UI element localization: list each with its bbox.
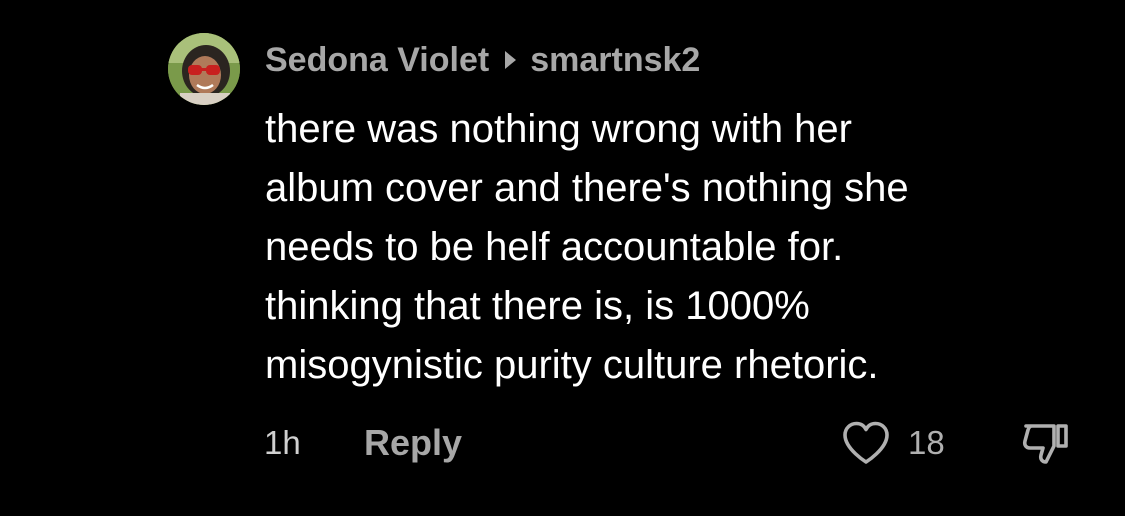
thumbs-down-icon <box>1022 424 1068 464</box>
dislike-button[interactable] <box>1020 418 1072 473</box>
comment-actions: 1h Reply 18 <box>0 418 1125 468</box>
comment-timestamp: 1h <box>264 424 301 461</box>
triangle-right-icon <box>505 51 517 69</box>
like-count: 18 <box>908 424 945 461</box>
comment-header: Sedona Violet smartnsk2 <box>265 38 700 82</box>
heart-outline-icon <box>843 421 889 464</box>
reply-to-username[interactable]: smartnsk2 <box>530 41 700 80</box>
comment-item: Sedona Violet smartnsk2 there was nothin… <box>0 0 1125 516</box>
comment-text: there was nothing wrong with her album c… <box>265 107 909 387</box>
avatar-photo <box>168 33 240 105</box>
avatar[interactable] <box>168 33 240 105</box>
like-button[interactable]: 18 <box>841 420 945 466</box>
reply-button[interactable]: Reply <box>364 422 462 464</box>
author-name[interactable]: Sedona Violet <box>265 41 489 80</box>
